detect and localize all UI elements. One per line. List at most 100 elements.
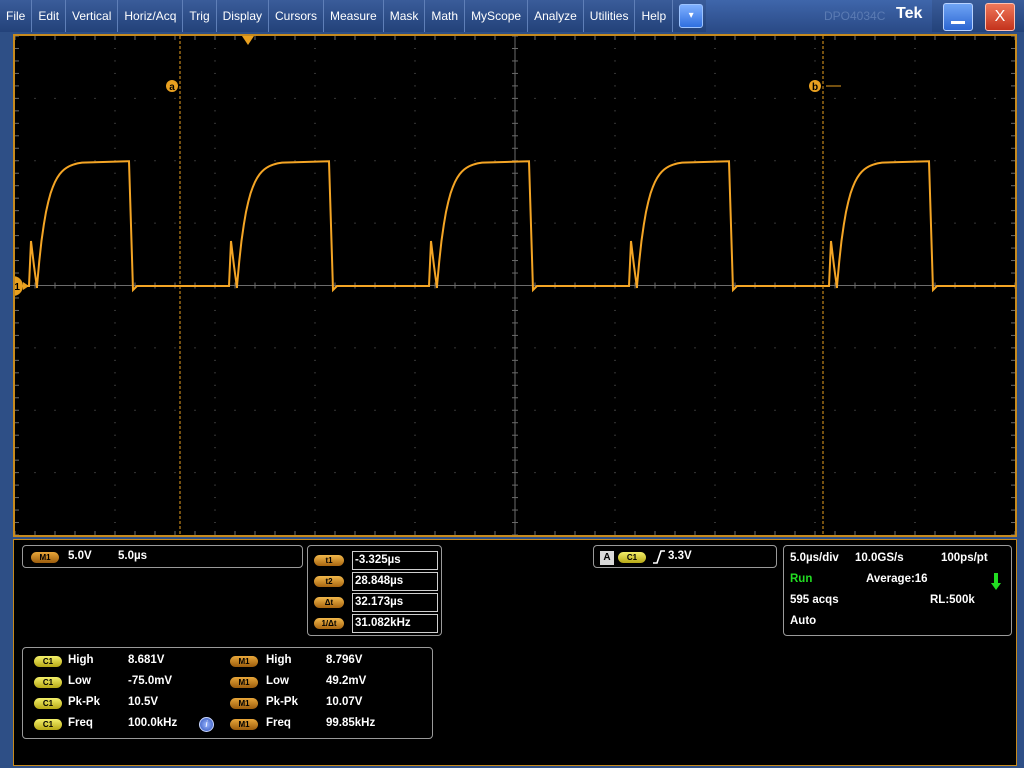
grid-dot (254, 160, 256, 162)
grid-dot (254, 97, 256, 99)
info-icon[interactable]: i (199, 717, 214, 732)
grid-dot (714, 359, 716, 361)
grid-dot (914, 247, 916, 249)
grid-dot (234, 160, 236, 162)
grid-dot (854, 409, 856, 411)
grid-dot (534, 409, 536, 411)
menu-edit[interactable]: Edit (32, 0, 67, 32)
grid-dot (314, 447, 316, 449)
grid-dot (614, 85, 616, 87)
grid-dot (614, 397, 616, 399)
grid-dot (414, 372, 416, 374)
grid-dot (234, 409, 236, 411)
grid-dot (794, 97, 796, 99)
menu-display[interactable]: Display (217, 0, 269, 32)
grid-dot (314, 409, 316, 411)
trigger-readout[interactable]: A C1 3.3V (593, 545, 777, 568)
grid-dot (914, 72, 916, 74)
grid-dot (814, 260, 816, 262)
grid-dot (274, 222, 276, 224)
grid-dot (674, 409, 676, 411)
menu-dropdown-button[interactable]: ▾ (679, 4, 704, 28)
grid-dot (354, 97, 356, 99)
resolution: 100ps/pt (941, 552, 988, 564)
menu-myscope[interactable]: MyScope (465, 0, 529, 32)
close-button[interactable]: X (985, 3, 1015, 31)
grid-dot (814, 397, 816, 399)
grid-dot (614, 160, 616, 162)
grid-dot (474, 97, 476, 99)
grid-dot (214, 172, 216, 174)
grid-dot (394, 97, 396, 99)
menu-utilities[interactable]: Utilities (584, 0, 636, 32)
grid-dot (854, 97, 856, 99)
grid-dot (914, 135, 916, 137)
menu-measure[interactable]: Measure (324, 0, 384, 32)
grid-dot (614, 497, 616, 499)
grid-dot (814, 447, 816, 449)
cursor-readout[interactable]: t1 -3.325µs t2 28.848µs Δt 32.173µs 1/Δt… (307, 545, 442, 636)
grid-dot (574, 409, 576, 411)
meas-m1-high-label: High (266, 654, 292, 666)
grid-dot (614, 247, 616, 249)
grid-dot (214, 397, 216, 399)
grid-dot (754, 160, 756, 162)
menu-trig[interactable]: Trig (183, 0, 217, 32)
meas-c1-high-label: High (68, 654, 94, 666)
menu-analyze[interactable]: Analyze (528, 0, 584, 32)
grid-dot (914, 384, 916, 386)
grid-dot (914, 47, 916, 49)
minimize-button[interactable] (943, 3, 973, 31)
menu-math[interactable]: Math (425, 0, 466, 32)
grid-dot (594, 472, 596, 474)
grid-dot (314, 147, 316, 149)
grid-dot (614, 409, 616, 411)
grid-dot (94, 97, 96, 99)
menu-vertical[interactable]: Vertical (66, 0, 119, 32)
grid-dot (594, 160, 596, 162)
grid-dot (914, 422, 916, 424)
grid-dot (314, 359, 316, 361)
grid-dot (814, 47, 816, 49)
grid-dot (974, 472, 976, 474)
grid-dot (494, 97, 496, 99)
grid-dot (954, 97, 956, 99)
brand-area: DPO4034C Tek (706, 0, 932, 32)
grid-dot (754, 347, 756, 349)
menu-help[interactable]: Help (635, 0, 674, 32)
grid-dot (534, 222, 536, 224)
menu-file[interactable]: File (0, 0, 33, 32)
grid-dot (714, 347, 716, 349)
grid-dot (214, 85, 216, 87)
menu-cursors[interactable]: Cursors (269, 0, 325, 32)
meas-c1-pkpk-label: Pk-Pk (68, 696, 100, 708)
grid-dot (114, 172, 116, 174)
acquisition-readout[interactable]: 5.0µs/div 10.0GS/s 100ps/pt Run Average:… (783, 545, 1012, 636)
grid-dot (54, 409, 56, 411)
grid-dot (314, 309, 316, 311)
menu-mask[interactable]: Mask (384, 0, 426, 32)
grid-dot (454, 97, 456, 99)
measurement-readout[interactable]: C1 High 8.681V C1 Low -75.0mV C1 Pk-Pk 1… (22, 647, 433, 739)
grid-dot (414, 459, 416, 461)
grid-dot (34, 222, 36, 224)
grid-dot (154, 97, 156, 99)
math-scale-readout[interactable]: M1 5.0V 5.0µs (22, 545, 303, 568)
grid-dot (214, 260, 216, 262)
grid-dot (314, 97, 316, 99)
acq-mode: Average:16 (866, 573, 928, 585)
grid-dot (814, 185, 816, 187)
grid-dot (494, 160, 496, 162)
grid-dot (154, 472, 156, 474)
waveform-display[interactable]: a b M1 (13, 34, 1017, 537)
trigger-mode: Auto (790, 615, 817, 627)
grid-dot (414, 72, 416, 74)
grid-dot (934, 409, 936, 411)
grid-dot (334, 97, 336, 99)
grid-dot (854, 347, 856, 349)
grid-dot (194, 222, 196, 224)
menu-horiz-acq[interactable]: Horiz/Acq (118, 0, 184, 32)
grid-dot (614, 297, 616, 299)
grid-dot (714, 409, 716, 411)
grid-dot (914, 147, 916, 149)
